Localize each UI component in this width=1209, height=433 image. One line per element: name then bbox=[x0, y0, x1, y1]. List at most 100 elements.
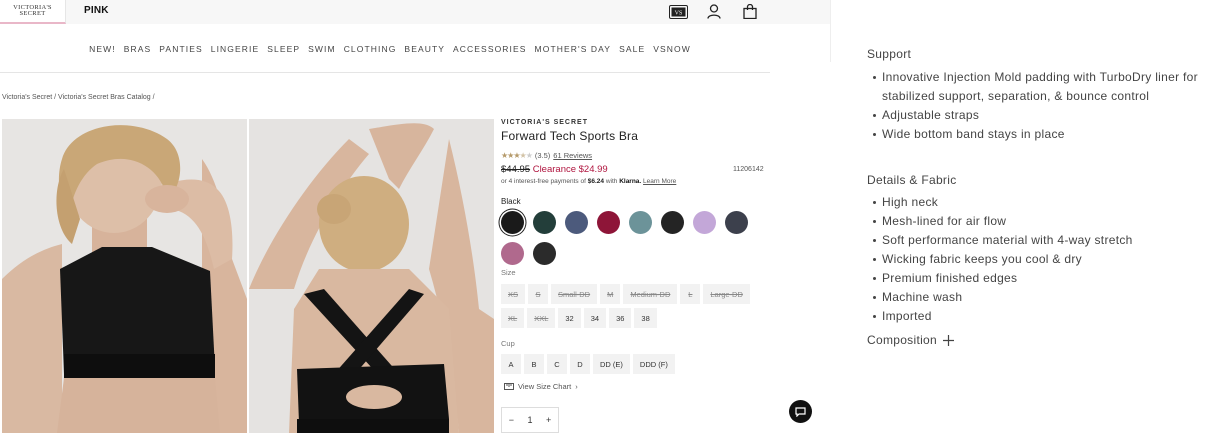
cup-option[interactable]: D bbox=[570, 354, 590, 374]
klarna-row: or 4 interest-free payments of $6.24 wit… bbox=[501, 178, 676, 185]
qty-minus-button[interactable]: − bbox=[509, 415, 514, 425]
cup-option[interactable]: A bbox=[501, 354, 521, 374]
selected-color-label: Black bbox=[501, 197, 521, 206]
qty-plus-button[interactable]: + bbox=[546, 415, 551, 425]
cup-option[interactable]: C bbox=[547, 354, 567, 374]
product-sku: 11206142 bbox=[733, 166, 764, 173]
star-rating-icon: ★★★★★ bbox=[501, 151, 533, 160]
support-list: Innovative Injection Mold padding with T… bbox=[867, 68, 1207, 144]
cup-options: A B C D DD (E) DDD (F) bbox=[501, 354, 771, 374]
ruler-icon bbox=[504, 383, 514, 390]
klarna-amount: $6.24 bbox=[587, 178, 604, 185]
qty-value[interactable]: 1 bbox=[527, 415, 532, 425]
rating-value: (3.5) bbox=[534, 151, 551, 160]
size-option[interactable]: XL bbox=[501, 308, 525, 328]
list-item: Machine wash bbox=[867, 288, 1207, 307]
rating-row: ★★★★★ (3.5) 61 Reviews bbox=[501, 151, 592, 160]
reviews-link[interactable]: 61 Reviews bbox=[553, 151, 592, 160]
product-image-back[interactable] bbox=[249, 119, 494, 433]
list-item: Imported bbox=[867, 307, 1207, 326]
size-option[interactable]: Medium-DD bbox=[623, 284, 678, 304]
size-option[interactable]: L bbox=[680, 284, 701, 304]
nav-item-vsnow[interactable]: VSNOW bbox=[653, 44, 691, 54]
klarna-learn-more-link[interactable]: Learn More bbox=[643, 178, 676, 185]
nav-divider bbox=[0, 72, 770, 73]
store-page: VICTORIA'S SECRET PINK VS NEW! BRAS PANTI… bbox=[0, 0, 830, 433]
nav-item-panties[interactable]: PANTIES bbox=[159, 44, 202, 54]
color-swatches bbox=[501, 211, 751, 265]
color-swatch[interactable] bbox=[533, 242, 556, 265]
color-swatch[interactable] bbox=[501, 211, 524, 234]
composition-toggle[interactable]: Composition bbox=[867, 333, 954, 347]
product-image-front[interactable] bbox=[2, 119, 247, 433]
main-nav: NEW! BRAS PANTIES LINGERIE SLEEP SWIM CL… bbox=[0, 44, 770, 54]
details-fabric-heading: Details & Fabric bbox=[867, 173, 957, 187]
color-swatch[interactable] bbox=[693, 211, 716, 234]
list-item: Mesh-lined for air flow bbox=[867, 212, 1207, 231]
nav-item-sale[interactable]: SALE bbox=[619, 44, 645, 54]
original-price: $44.95 bbox=[501, 164, 531, 175]
size-option[interactable]: 38 bbox=[634, 308, 657, 328]
bag-icon[interactable] bbox=[740, 3, 760, 20]
list-item: Wicking fabric keeps you cool & dry bbox=[867, 250, 1207, 269]
account-icon[interactable] bbox=[704, 3, 724, 20]
color-swatch[interactable] bbox=[725, 211, 748, 234]
top-bar: VICTORIA'S SECRET PINK VS bbox=[0, 0, 830, 24]
victorias-secret-tab[interactable]: VICTORIA'S SECRET bbox=[0, 0, 66, 24]
list-item: Adjustable straps bbox=[867, 106, 1207, 125]
price-row: $44.95 Clearance $24.99 bbox=[501, 164, 608, 175]
cup-option[interactable]: DDD (F) bbox=[632, 354, 675, 374]
color-swatch[interactable] bbox=[629, 211, 652, 234]
nav-item-lingerie[interactable]: LINGERIE bbox=[211, 44, 259, 54]
plus-icon bbox=[943, 334, 954, 346]
color-swatch[interactable] bbox=[501, 242, 524, 265]
size-option[interactable]: S bbox=[528, 284, 549, 304]
nav-item-bras[interactable]: BRAS bbox=[124, 44, 152, 54]
nav-item-new[interactable]: NEW! bbox=[89, 44, 116, 54]
victorias-secret-logo: VICTORIA'S SECRET bbox=[13, 3, 52, 17]
nav-item-sleep[interactable]: SLEEP bbox=[267, 44, 300, 54]
cup-option[interactable]: B bbox=[524, 354, 544, 374]
nav-item-mothers-day[interactable]: MOTHER'S DAY bbox=[535, 44, 612, 54]
panel-divider bbox=[830, 0, 831, 62]
list-item: High neck bbox=[867, 193, 1207, 212]
size-option[interactable]: Small-DD bbox=[551, 284, 598, 304]
size-option[interactable]: XS bbox=[501, 284, 526, 304]
klarna-text: or 4 interest-free payments of bbox=[501, 178, 586, 185]
size-chart-label: View Size Chart bbox=[518, 382, 572, 391]
nav-item-accessories[interactable]: ACCESSORIES bbox=[453, 44, 527, 54]
size-option[interactable]: Large-DD bbox=[703, 284, 750, 304]
chat-button[interactable] bbox=[789, 400, 812, 423]
product-title: Forward Tech Sports Bra bbox=[501, 129, 639, 143]
chevron-right-icon: › bbox=[575, 382, 578, 391]
klarna-logo: Klarna. bbox=[619, 178, 642, 185]
size-option[interactable]: 36 bbox=[609, 308, 632, 328]
size-option[interactable]: M bbox=[600, 284, 621, 304]
size-option[interactable]: 32 bbox=[558, 308, 581, 328]
color-swatch[interactable] bbox=[661, 211, 684, 234]
pink-tab[interactable]: PINK bbox=[84, 5, 109, 16]
quantity-stepper: − 1 + bbox=[501, 407, 559, 433]
list-item: Innovative Injection Mold padding with T… bbox=[867, 68, 1207, 106]
list-item: Premium finished edges bbox=[867, 269, 1207, 288]
size-chart-link[interactable]: View Size Chart › bbox=[504, 382, 578, 391]
color-swatch[interactable] bbox=[533, 211, 556, 234]
cup-option[interactable]: DD (E) bbox=[593, 354, 630, 374]
nav-item-swim[interactable]: SWIM bbox=[308, 44, 336, 54]
size-option[interactable]: 34 bbox=[583, 308, 607, 328]
list-item: Soft performance material with 4-way str… bbox=[867, 231, 1207, 250]
size-label: Size bbox=[501, 268, 516, 277]
color-swatch[interactable] bbox=[565, 211, 588, 234]
support-heading: Support bbox=[867, 47, 912, 61]
size-option[interactable]: XXL bbox=[527, 308, 556, 328]
gift-card-icon[interactable]: VS bbox=[668, 3, 688, 20]
breadcrumb[interactable]: Victoria's Secret / Victoria's Secret Br… bbox=[2, 94, 155, 101]
klarna-with: with bbox=[605, 178, 618, 185]
size-options: XS S Small-DD M Medium-DD L Large-DD XL XXL 32 34 3… bbox=[501, 284, 771, 328]
chat-icon bbox=[795, 406, 806, 417]
product-panel: VICTORIA'S SECRET Forward Tech Sports Br… bbox=[501, 119, 771, 433]
color-swatch[interactable] bbox=[597, 211, 620, 234]
nav-item-clothing[interactable]: CLOTHING bbox=[344, 44, 397, 54]
fabric-list: High neck Mesh-lined for air flow Soft p… bbox=[867, 193, 1207, 326]
nav-item-beauty[interactable]: BEAUTY bbox=[404, 44, 445, 54]
